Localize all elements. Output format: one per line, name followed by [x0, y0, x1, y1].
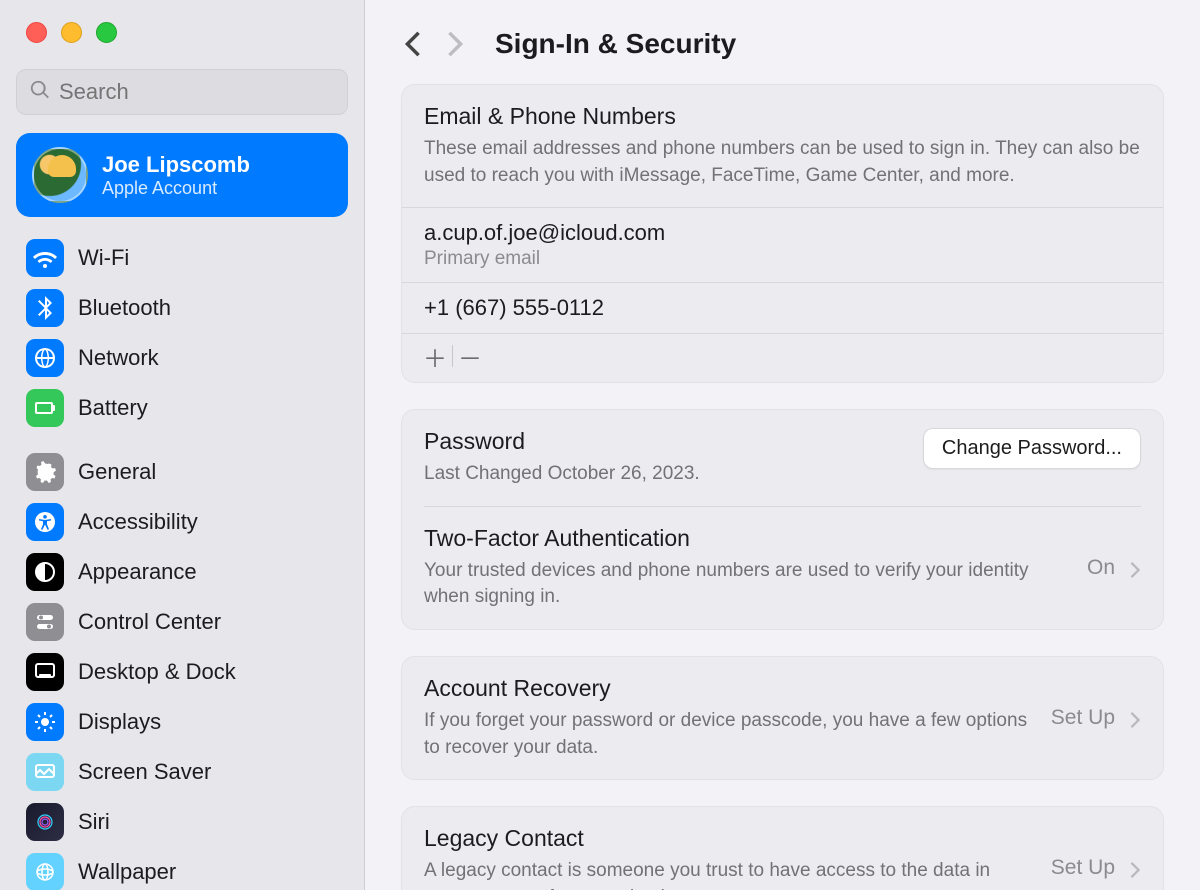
siri-icon: [26, 803, 64, 841]
wallpaper-icon: [26, 853, 64, 890]
sidebar-item-label: Desktop & Dock: [78, 659, 236, 685]
content-pane: Sign-In & Security Email & Phone Numbers…: [365, 0, 1200, 890]
bluetooth-icon: [26, 289, 64, 327]
maximize-window-button[interactable]: [96, 22, 117, 43]
sidebar-item-label: Appearance: [78, 559, 197, 585]
account-recovery-card[interactable]: Account Recovery If you forget your pass…: [401, 656, 1164, 780]
network-icon: [26, 339, 64, 377]
page-title: Sign-In & Security: [495, 28, 736, 60]
add-button[interactable]: ＋: [418, 342, 452, 370]
desktop-dock-icon: [26, 653, 64, 691]
gear-icon: [26, 453, 64, 491]
sidebar-item-label: General: [78, 459, 156, 485]
two-factor-status: On: [1087, 556, 1115, 580]
add-remove-controls: ＋ －: [402, 334, 1163, 382]
contact-entry-email[interactable]: a.cup.of.joe@icloud.com Primary email: [402, 208, 1163, 282]
sidebar-item-appearance[interactable]: Appearance: [16, 547, 348, 597]
password-title: Password: [424, 428, 903, 455]
recovery-status: Set Up: [1051, 706, 1115, 730]
two-factor-row[interactable]: Two-Factor Authentication Your trusted d…: [402, 507, 1163, 629]
minimize-window-button[interactable]: [61, 22, 82, 43]
password-subtitle: Last Changed October 26, 2023.: [424, 461, 903, 488]
search-input[interactable]: [59, 79, 335, 105]
sidebar-item-label: Siri: [78, 809, 110, 835]
sidebar-item-control-center[interactable]: Control Center: [16, 597, 348, 647]
control-center-icon: [26, 603, 64, 641]
chevron-right-icon: [1129, 710, 1141, 730]
search-field[interactable]: [16, 69, 348, 115]
remove-button[interactable]: －: [453, 342, 487, 370]
sidebar-item-general[interactable]: General: [16, 447, 348, 497]
sidebar-item-label: Wi-Fi: [78, 245, 129, 271]
screen-saver-icon: [26, 753, 64, 791]
displays-icon: [26, 703, 64, 741]
back-button[interactable]: [401, 32, 425, 56]
chevron-right-icon: [1129, 860, 1141, 880]
appearance-icon: [26, 553, 64, 591]
sidebar-item-accessibility[interactable]: Accessibility: [16, 497, 348, 547]
contact-subtitle: Primary email: [424, 248, 1141, 270]
two-factor-title: Two-Factor Authentication: [424, 525, 1067, 552]
email-phone-card: Email & Phone Numbers These email addres…: [401, 84, 1164, 383]
sidebar-group-system: General Accessibility Appearance Control…: [0, 443, 364, 890]
recovery-desc: If you forget your password or device pa…: [424, 708, 1031, 761]
legacy-desc: A legacy contact is someone you trust to…: [424, 858, 1031, 890]
change-password-button[interactable]: Change Password...: [923, 428, 1141, 469]
sidebar-user-card[interactable]: Joe Lipscomb Apple Account: [16, 133, 348, 217]
sidebar-item-wifi[interactable]: Wi-Fi: [16, 233, 348, 283]
sidebar-group-network: Wi-Fi Bluetooth Network Battery: [0, 229, 364, 443]
sidebar-item-siri[interactable]: Siri: [16, 797, 348, 847]
sidebar-item-label: Accessibility: [78, 509, 198, 535]
sidebar-item-label: Bluetooth: [78, 295, 171, 321]
sidebar: Joe Lipscomb Apple Account Wi-Fi Bluetoo…: [0, 0, 365, 890]
contact-entry-phone[interactable]: +1 (667) 555-0112: [402, 283, 1163, 333]
sidebar-item-label: Battery: [78, 395, 148, 421]
email-phone-title: Email & Phone Numbers: [424, 103, 1141, 130]
contact-value: a.cup.of.joe@icloud.com: [424, 220, 1141, 246]
sidebar-item-displays[interactable]: Displays: [16, 697, 348, 747]
legacy-contact-card[interactable]: Legacy Contact A legacy contact is someo…: [401, 806, 1164, 890]
sidebar-item-label: Screen Saver: [78, 759, 211, 785]
header: Sign-In & Security: [365, 0, 1200, 84]
sidebar-item-screen-saver[interactable]: Screen Saver: [16, 747, 348, 797]
sidebar-item-bluetooth[interactable]: Bluetooth: [16, 283, 348, 333]
recovery-title: Account Recovery: [424, 675, 1031, 702]
sidebar-item-label: Wallpaper: [78, 859, 176, 885]
sidebar-item-battery[interactable]: Battery: [16, 383, 348, 433]
user-subtitle: Apple Account: [102, 178, 250, 199]
sidebar-item-network[interactable]: Network: [16, 333, 348, 383]
email-phone-desc: These email addresses and phone numbers …: [424, 136, 1141, 189]
chevron-right-icon: [1129, 560, 1141, 580]
legacy-status: Set Up: [1051, 856, 1115, 880]
sidebar-item-label: Network: [78, 345, 159, 371]
contact-value: +1 (667) 555-0112: [424, 295, 1141, 321]
battery-icon: [26, 389, 64, 427]
search-icon: [29, 79, 51, 106]
sidebar-item-desktop-dock[interactable]: Desktop & Dock: [16, 647, 348, 697]
accessibility-icon: [26, 503, 64, 541]
legacy-title: Legacy Contact: [424, 825, 1031, 852]
forward-button[interactable]: [443, 32, 467, 56]
avatar: [32, 147, 88, 203]
window-controls: [0, 0, 364, 61]
sidebar-item-label: Displays: [78, 709, 161, 735]
password-2fa-card: Password Last Changed October 26, 2023. …: [401, 409, 1164, 630]
two-factor-desc: Your trusted devices and phone numbers a…: [424, 558, 1067, 611]
user-name: Joe Lipscomb: [102, 152, 250, 178]
sidebar-item-wallpaper[interactable]: Wallpaper: [16, 847, 348, 890]
close-window-button[interactable]: [26, 22, 47, 43]
sidebar-item-label: Control Center: [78, 609, 221, 635]
wifi-icon: [26, 239, 64, 277]
